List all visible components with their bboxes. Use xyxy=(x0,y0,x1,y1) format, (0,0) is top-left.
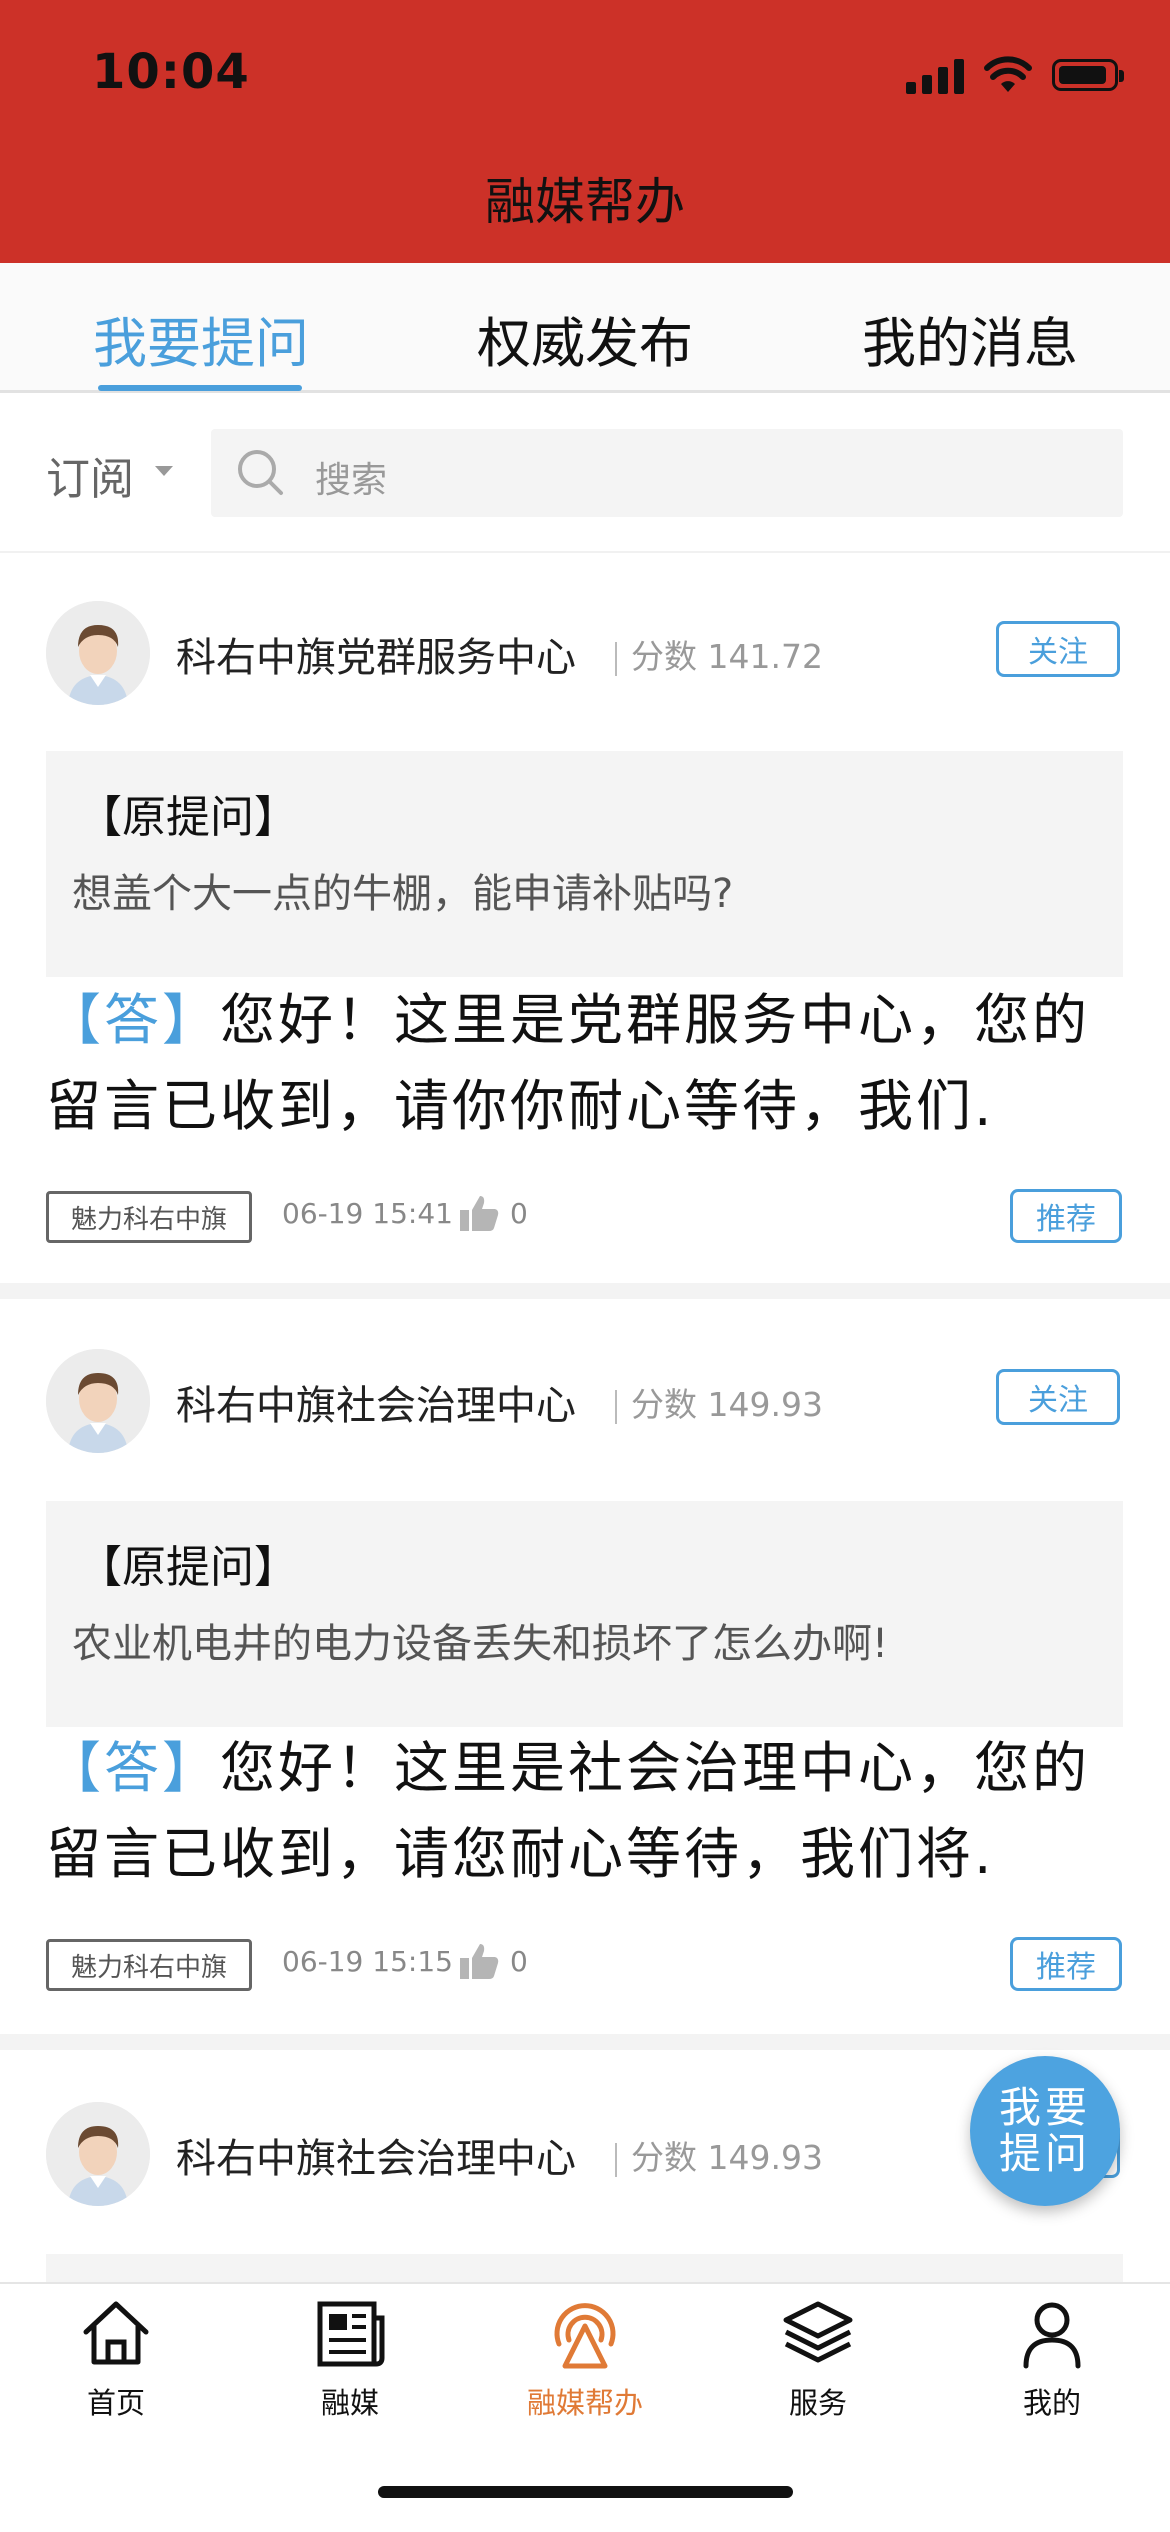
recommend-button[interactable]: 推荐 xyxy=(1010,1189,1122,1243)
score-value: 分数 149.93 xyxy=(631,1385,823,1424)
question-label: 【原提问】 xyxy=(78,1542,298,1593)
score: 分数 149.93 xyxy=(615,1378,823,1426)
post-time: 06-19 15:41 xyxy=(282,1197,453,1230)
question-label: 【原提问】 xyxy=(78,792,298,843)
tab-official-release[interactable]: 权威发布 xyxy=(477,299,693,378)
avatar xyxy=(46,2102,150,2206)
home-icon xyxy=(83,2301,149,2365)
org-name[interactable]: 科右中旗社会治理中心 xyxy=(176,2126,576,2184)
avatar xyxy=(46,1349,150,1453)
nav-label: 融媒帮办 xyxy=(526,2386,643,2420)
score: 分数 149.93 xyxy=(615,2131,823,2179)
answer-line: 您好！这里是党群服务中心，您的 xyxy=(220,988,1091,1052)
status-icons xyxy=(906,50,1124,100)
broadcast-icon xyxy=(554,2303,616,2369)
nav-service[interactable]: 服务 xyxy=(738,2296,898,2422)
tab-my-messages[interactable]: 我的消息 xyxy=(862,299,1078,378)
post-time: 06-19 15:15 xyxy=(282,1945,453,1978)
nav-mine[interactable]: 我的 xyxy=(972,2296,1132,2422)
nav-media[interactable]: 融媒 xyxy=(270,2296,430,2422)
question-text: 农业机电井的电力设备丢失和损坏了怎么办啊! xyxy=(72,1621,889,1667)
score-value: 分数 141.72 xyxy=(631,637,823,676)
avatar-person-icon xyxy=(46,601,150,705)
nav-media-help[interactable]: 融媒帮办 xyxy=(505,2296,665,2422)
answer-line: 留言已收到，请你你耐心等待，我们. xyxy=(46,1074,995,1138)
ask-question-fab[interactable]: 我要 提问 xyxy=(970,2056,1120,2206)
recommend-button[interactable]: 推荐 xyxy=(1010,1937,1122,1991)
follow-button[interactable]: 关注 xyxy=(996,1369,1120,1425)
cellular-signal-icon xyxy=(906,56,964,94)
channel-tag[interactable]: 魅力科右中旗 xyxy=(46,1939,252,1991)
card-divider xyxy=(0,2034,1170,2050)
layers-icon xyxy=(783,2301,853,2363)
answer-text[interactable]: 【答】您好！这里是党群服务中心，您的 留言已收到，请你你耐心等待，我们. xyxy=(46,977,1136,1149)
like-count: 0 xyxy=(510,1945,528,1978)
chevron-down-icon[interactable] xyxy=(155,466,173,476)
nav-label: 服务 xyxy=(788,2386,847,2420)
avatar xyxy=(46,601,150,705)
active-tab-indicator xyxy=(98,385,302,391)
score-value: 分数 149.93 xyxy=(631,2138,823,2177)
nav-label: 我的 xyxy=(1022,2386,1081,2420)
nav-label: 首页 xyxy=(86,2386,145,2420)
question-text: 想盖个大一点的牛棚，能申请补贴吗? xyxy=(72,871,734,917)
wifi-icon xyxy=(984,56,1032,92)
nav-home[interactable]: 首页 xyxy=(36,2296,196,2422)
follow-button[interactable]: 关注 xyxy=(996,621,1120,677)
filter-bar: 订阅 搜索 xyxy=(0,393,1170,553)
avatar-person-icon xyxy=(46,2102,150,2206)
fab-label-line: 提问 xyxy=(998,2129,1091,2178)
qa-card[interactable]: 科右中旗社会治理中心 分数 149.93 关注 【原提问】 农业机电井的电力设备… xyxy=(0,1299,1170,2034)
org-name[interactable]: 科右中旗党群服务中心 xyxy=(176,625,576,683)
answer-label: 【答】 xyxy=(46,1736,221,1800)
avatar-person-icon xyxy=(46,1349,150,1453)
search-input[interactable]: 搜索 xyxy=(211,429,1123,517)
person-icon xyxy=(1023,2302,1081,2369)
thumbs-up-icon[interactable] xyxy=(458,1941,500,1981)
answer-line: 留言已收到，请您耐心等待，我们将. xyxy=(46,1822,995,1886)
like-count: 0 xyxy=(510,1197,528,1230)
nav-label: 融媒 xyxy=(320,2386,379,2420)
card-divider xyxy=(0,1283,1170,1299)
battery-icon xyxy=(1052,59,1124,91)
answer-label: 【答】 xyxy=(46,988,221,1052)
status-time: 10:04 xyxy=(92,44,250,100)
search-icon xyxy=(238,450,283,495)
newspaper-icon xyxy=(317,2301,385,2367)
original-question-box: 【原提问】 农业机电井的电力设备丢失和损坏了怎么办啊! xyxy=(46,1501,1123,1727)
original-question-box xyxy=(46,2254,1123,2282)
channel-tag[interactable]: 魅力科右中旗 xyxy=(46,1191,252,1243)
search-placeholder: 搜索 xyxy=(315,460,388,501)
tab-ask-question[interactable]: 我要提问 xyxy=(93,299,309,378)
page-title: 融媒帮办 xyxy=(485,173,685,231)
answer-line: 您好！这里是社会治理中心，您的 xyxy=(220,1736,1091,1800)
answer-text[interactable]: 【答】您好！这里是社会治理中心，您的 留言已收到，请您耐心等待，我们将. xyxy=(46,1725,1136,1897)
org-name[interactable]: 科右中旗社会治理中心 xyxy=(176,1373,576,1431)
score: 分数 141.72 xyxy=(615,630,823,678)
app-header: 10:04 融媒帮办 xyxy=(0,0,1170,263)
tab-bar: 我要提问 权威发布 我的消息 xyxy=(0,263,1170,393)
subscribe-dropdown[interactable]: 订阅 xyxy=(46,443,134,507)
thumbs-up-icon[interactable] xyxy=(458,1193,500,1233)
fab-label-line: 我要 xyxy=(998,2083,1091,2132)
qa-card[interactable]: 科右中旗党群服务中心 分数 141.72 关注 【原提问】 想盖个大一点的牛棚，… xyxy=(0,553,1170,1283)
original-question-box: 【原提问】 想盖个大一点的牛棚，能申请补贴吗? xyxy=(46,751,1123,977)
home-indicator xyxy=(378,2486,793,2498)
